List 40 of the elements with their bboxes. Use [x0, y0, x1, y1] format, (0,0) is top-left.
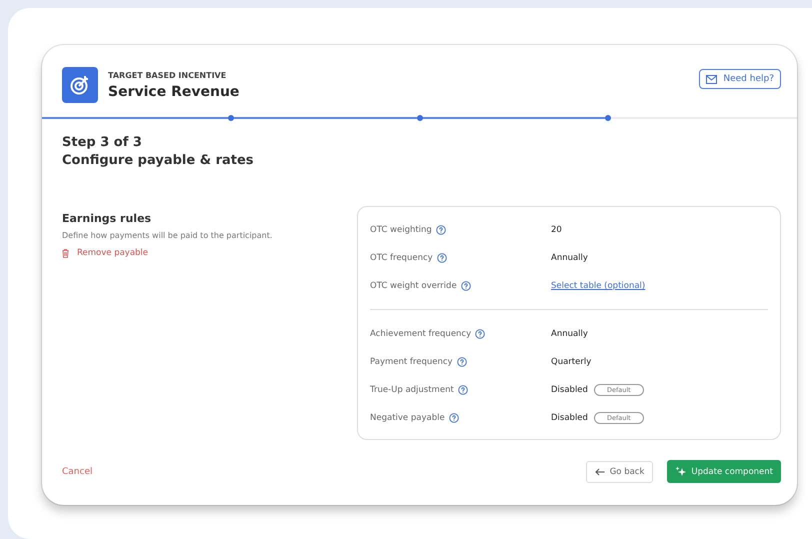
sparkle-icon — [675, 466, 686, 477]
field-label: OTC weighting — [370, 225, 432, 235]
step-title: Configure payable & rates — [62, 153, 255, 168]
field-value: Disabled — [551, 385, 588, 395]
help-icon[interactable] — [436, 253, 447, 263]
help-icon[interactable] — [460, 281, 471, 291]
help-icon[interactable] — [458, 385, 468, 395]
step-dot — [416, 115, 422, 121]
step-counter: Step 3 of 3 — [62, 135, 143, 150]
step-dot — [605, 115, 612, 121]
field-label: OTC frequency — [370, 253, 433, 263]
field-value: Disabled — [551, 413, 588, 423]
eyebrow-label: TARGET BASED INCENTIVE — [108, 70, 228, 80]
section-description: Define how payments will be paid to the participant. — [62, 231, 274, 240]
arrow-left-icon — [594, 468, 605, 476]
field-label: Achievement frequency — [370, 329, 472, 339]
target-icon — [62, 67, 98, 103]
field-value: Quarterly — [551, 357, 592, 367]
section-title: Earnings rules — [62, 212, 152, 225]
help-icon[interactable] — [456, 357, 467, 367]
help-icon[interactable] — [436, 225, 446, 235]
update-component-button[interactable]: Update component — [667, 460, 781, 483]
trash-icon — [62, 248, 69, 258]
field-value: Annually — [551, 329, 589, 339]
field-value: 20 — [551, 225, 563, 235]
help-button[interactable]: Need help? — [699, 69, 781, 89]
go-back-button[interactable]: Go back — [586, 460, 654, 482]
help-icon[interactable] — [448, 413, 459, 423]
select-table-link[interactable]: Select table (optional) — [551, 281, 646, 291]
mail-icon — [706, 74, 718, 84]
help-icon[interactable] — [475, 329, 486, 339]
step-dot — [228, 115, 234, 121]
cancel-link[interactable]: Cancel — [62, 466, 572, 476]
field-label: Payment frequency — [370, 357, 453, 367]
page-title: Service Revenue — [108, 84, 240, 100]
field-label: True-Up adjustment — [370, 385, 454, 395]
field-label: OTC weight override — [370, 281, 457, 291]
remove-payable-link[interactable]: Remove payable — [62, 248, 337, 258]
field-label: Negative payable — [370, 413, 445, 423]
field-value: Annually — [551, 253, 589, 263]
